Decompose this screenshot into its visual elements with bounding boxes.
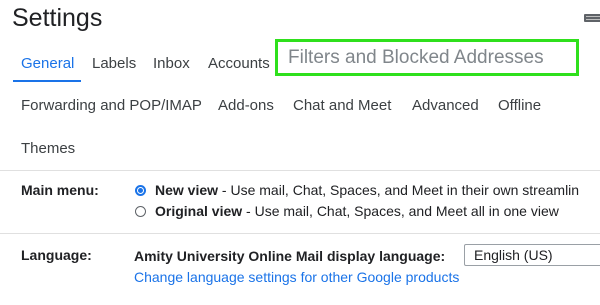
tab-inbox[interactable]: Inbox [153, 54, 190, 74]
keyboard-icon[interactable] [584, 14, 600, 22]
tab-labels[interactable]: Labels [92, 54, 136, 74]
tab-filters-and-blocked-addresses[interactable]: Filters and Blocked Addresses [288, 46, 544, 70]
option-new-view-description: - Use mail, Chat, Spaces, and Meet in th… [218, 182, 580, 198]
option-new-view-name[interactable]: New view [155, 182, 218, 198]
tab-themes[interactable]: Themes [21, 139, 75, 159]
tab-forwarding-pop-imap[interactable]: Forwarding and POP/IMAP [21, 96, 202, 116]
language-select[interactable]: English (US) [464, 244, 600, 266]
main-menu-label: Main menu: [21, 182, 99, 198]
divider [0, 233, 600, 234]
page-title: Settings [12, 4, 103, 32]
divider [0, 170, 600, 171]
option-original-view-name[interactable]: Original view [155, 203, 242, 219]
tab-chat-and-meet[interactable]: Chat and Meet [293, 96, 391, 116]
tab-add-ons[interactable]: Add-ons [218, 96, 274, 116]
radio-original-view[interactable] [135, 206, 146, 217]
tab-underline [13, 80, 81, 82]
radio-new-view[interactable] [135, 185, 146, 196]
option-new-view: New view - Use mail, Chat, Spaces, and M… [155, 181, 579, 199]
language-label: Language: [21, 247, 92, 263]
tab-offline[interactable]: Offline [498, 96, 541, 116]
option-original-view: Original view - Use mail, Chat, Spaces, … [155, 202, 559, 220]
tab-advanced[interactable]: Advanced [412, 96, 479, 116]
tab-accounts[interactable]: Accounts [208, 54, 270, 74]
change-language-link[interactable]: Change language settings for other Googl… [134, 268, 459, 286]
display-language-label: Amity University Online Mail display lan… [134, 248, 446, 264]
option-original-view-description: - Use mail, Chat, Spaces, and Meet all i… [242, 203, 559, 219]
tab-general[interactable]: General [21, 54, 74, 74]
